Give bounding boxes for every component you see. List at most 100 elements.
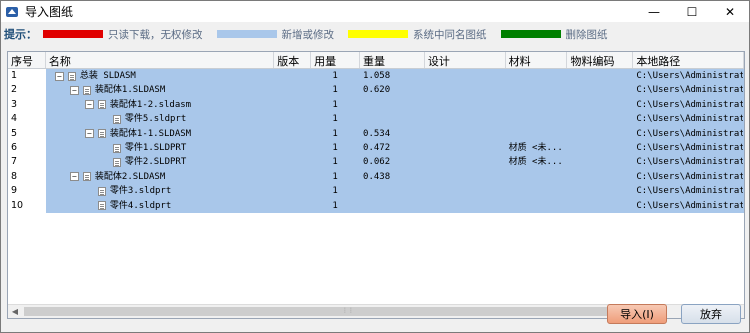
row-material	[505, 184, 568, 199]
row-qty: 1	[311, 140, 361, 156]
row-version	[274, 69, 312, 84]
collapse-toggle-icon[interactable]: −	[54, 71, 64, 81]
row-material	[505, 198, 568, 213]
column-header-material[interactable]: 材料	[506, 52, 568, 68]
legend-text: 只读下载，无权修改	[108, 28, 203, 41]
row-name: 零件3.sldprt	[109, 186, 172, 197]
close-icon[interactable]: ✕	[711, 1, 749, 22]
legend-label: 提示：	[4, 28, 37, 41]
row-weight: 0.534	[360, 126, 425, 141]
table-header: 序号 名称 版本 用量 重量 设计 材料 物料编码 本地路径	[8, 52, 744, 69]
row-material-code	[567, 83, 634, 98]
legend-item-same-name: 系统中同名图纸	[348, 27, 487, 42]
collapse-toggle-icon[interactable]: −	[84, 129, 94, 139]
row-weight: 1.058	[360, 69, 425, 84]
title-bar: 导入图纸 — ☐ ✕	[1, 1, 749, 22]
maximize-icon[interactable]: ☐	[673, 1, 711, 22]
table-row[interactable]: 3 − 装配体1-2.sldasm 1 C:\Users\Administrator\	[8, 97, 744, 113]
table-row[interactable]: 1−总装 SLDASM11.058C:\Users\Administrator\	[8, 69, 744, 84]
row-weight: 0.620	[360, 83, 425, 98]
row-local-path: C:\Users\Administrator\	[633, 83, 744, 98]
row-version	[274, 83, 312, 98]
column-header-local-path[interactable]: 本地路径	[633, 52, 744, 68]
column-header-name[interactable]: 名称	[46, 52, 275, 68]
column-header-design[interactable]: 设计	[425, 52, 506, 68]
table-body: 1−总装 SLDASM11.058C:\Users\Administrator\…	[8, 69, 744, 213]
legend-swatch	[43, 30, 103, 38]
row-local-path: C:\Users\Administrator\	[633, 155, 744, 170]
row-material-code	[567, 112, 634, 127]
column-header-no[interactable]: 序号	[8, 52, 46, 68]
legend-item-readonly: 只读下载，无权修改	[43, 27, 203, 42]
window-title: 导入图纸	[25, 5, 74, 19]
row-number: 6	[8, 140, 46, 156]
legend-swatch	[500, 30, 561, 38]
table-row[interactable]: 7 零件2.SLDPRT 1 0.062 材质 <未... C:\Users\Admini…	[8, 155, 744, 170]
import-button[interactable]: 导入(I)	[607, 304, 667, 324]
row-design	[424, 69, 506, 84]
drawings-table[interactable]: 序号 名称 版本 用量 重量 设计 材料 物料编码 本地路径 1− 总装 SLDA…	[7, 51, 745, 319]
row-name: 装配体1.SLDASM	[94, 85, 166, 96]
row-name-cell: − 装配体1.SLDASM	[45, 83, 275, 98]
assembly-file-icon	[97, 129, 106, 139]
row-name: 零件1.SLDPRT	[124, 142, 187, 153]
row-name: 装配体2.SLDASM	[94, 171, 166, 182]
row-qty: 1	[311, 97, 361, 113]
table-row[interactable]: 9 零件3.sldprt 1 C:\Users\Administrator\	[8, 184, 744, 199]
row-local-path: C:\Users\Administrator\	[633, 169, 744, 185]
row-design	[424, 169, 506, 185]
row-local-path: C:\Users\Administrator\	[633, 112, 744, 127]
row-material-code	[567, 155, 634, 170]
row-design	[424, 126, 506, 141]
table-row[interactable]: 5 − 装配体1-1.SLDASM 1 0.534 C:\Users\Administra…	[8, 126, 744, 141]
row-name-cell: 零件3.sldprt	[45, 184, 275, 199]
column-header-qty[interactable]: 用量	[311, 52, 361, 68]
row-qty: 1	[311, 155, 361, 170]
legend-text: 删除图纸	[565, 28, 608, 41]
row-qty: 1	[311, 184, 361, 199]
row-design	[424, 155, 506, 170]
collapse-toggle-icon[interactable]: −	[69, 172, 79, 182]
row-name: 装配体1-2.sldasm	[109, 99, 192, 110]
row-name-cell: − 总装 SLDASM	[45, 69, 275, 84]
import-drawings-dialog: 导入图纸 — ☐ ✕ 提示： 只读下载，无权修改 新增或修改 系统中同名图纸 删…	[0, 0, 750, 333]
collapse-toggle-icon[interactable]: −	[84, 100, 94, 110]
column-header-material-code[interactable]: 物料编码	[567, 52, 634, 68]
dialog-body: 提示： 只读下载，无权修改 新增或修改 系统中同名图纸 删除图纸 序号 名称 版…	[1, 22, 749, 332]
row-number: 9	[8, 184, 46, 199]
assembly-file-icon	[82, 86, 91, 96]
legend-item-modified: 新增或修改	[216, 27, 334, 42]
row-local-path: C:\Users\Administrator\	[633, 69, 744, 84]
table-row[interactable]: 4 零件5.sldprt 1 C:\Users\Administrator\	[8, 112, 744, 127]
row-version	[274, 169, 312, 185]
row-local-path: C:\Users\Administrator\	[633, 198, 744, 213]
column-header-version[interactable]: 版本	[274, 52, 312, 68]
assembly-file-icon	[67, 71, 76, 81]
table-row[interactable]: 10 零件4.sldprt 1 C:\Users\Administrator\	[8, 198, 744, 213]
row-weight	[360, 198, 425, 213]
row-material-code	[567, 97, 634, 113]
column-header-weight[interactable]: 重量	[360, 52, 425, 68]
row-version	[274, 97, 312, 113]
row-version	[274, 155, 312, 170]
minimize-icon[interactable]: —	[635, 1, 673, 22]
row-number: 8	[8, 169, 46, 185]
row-qty: 1	[311, 126, 361, 141]
row-number: 1	[8, 69, 46, 84]
row-name: 零件5.sldprt	[124, 114, 187, 125]
collapse-toggle-icon[interactable]: −	[69, 86, 79, 96]
table-row[interactable]: 2 − 装配体1.SLDASM 10.620 C:\Users\Administrato…	[8, 83, 744, 98]
table-row[interactable]: 6 零件1.SLDPRT 1 0.472 材质 <未... C:\Users\Admini…	[8, 140, 744, 156]
row-weight	[360, 184, 425, 199]
row-name-cell: 零件5.sldprt	[45, 112, 275, 127]
row-qty: 1	[311, 83, 361, 98]
cancel-button[interactable]: 放弃	[681, 304, 741, 324]
table-row[interactable]: 8 − 装配体2.SLDASM 10.438 C:\Users\Administrato…	[8, 169, 744, 185]
row-name-cell: 零件2.SLDPRT	[45, 155, 275, 170]
row-number: 10	[8, 198, 46, 213]
row-version	[274, 126, 312, 141]
row-local-path: C:\Users\Administrator\	[633, 140, 744, 156]
row-version	[274, 184, 312, 199]
row-material	[505, 126, 568, 141]
row-name-cell: − 装配体1-2.sldasm	[45, 97, 275, 113]
